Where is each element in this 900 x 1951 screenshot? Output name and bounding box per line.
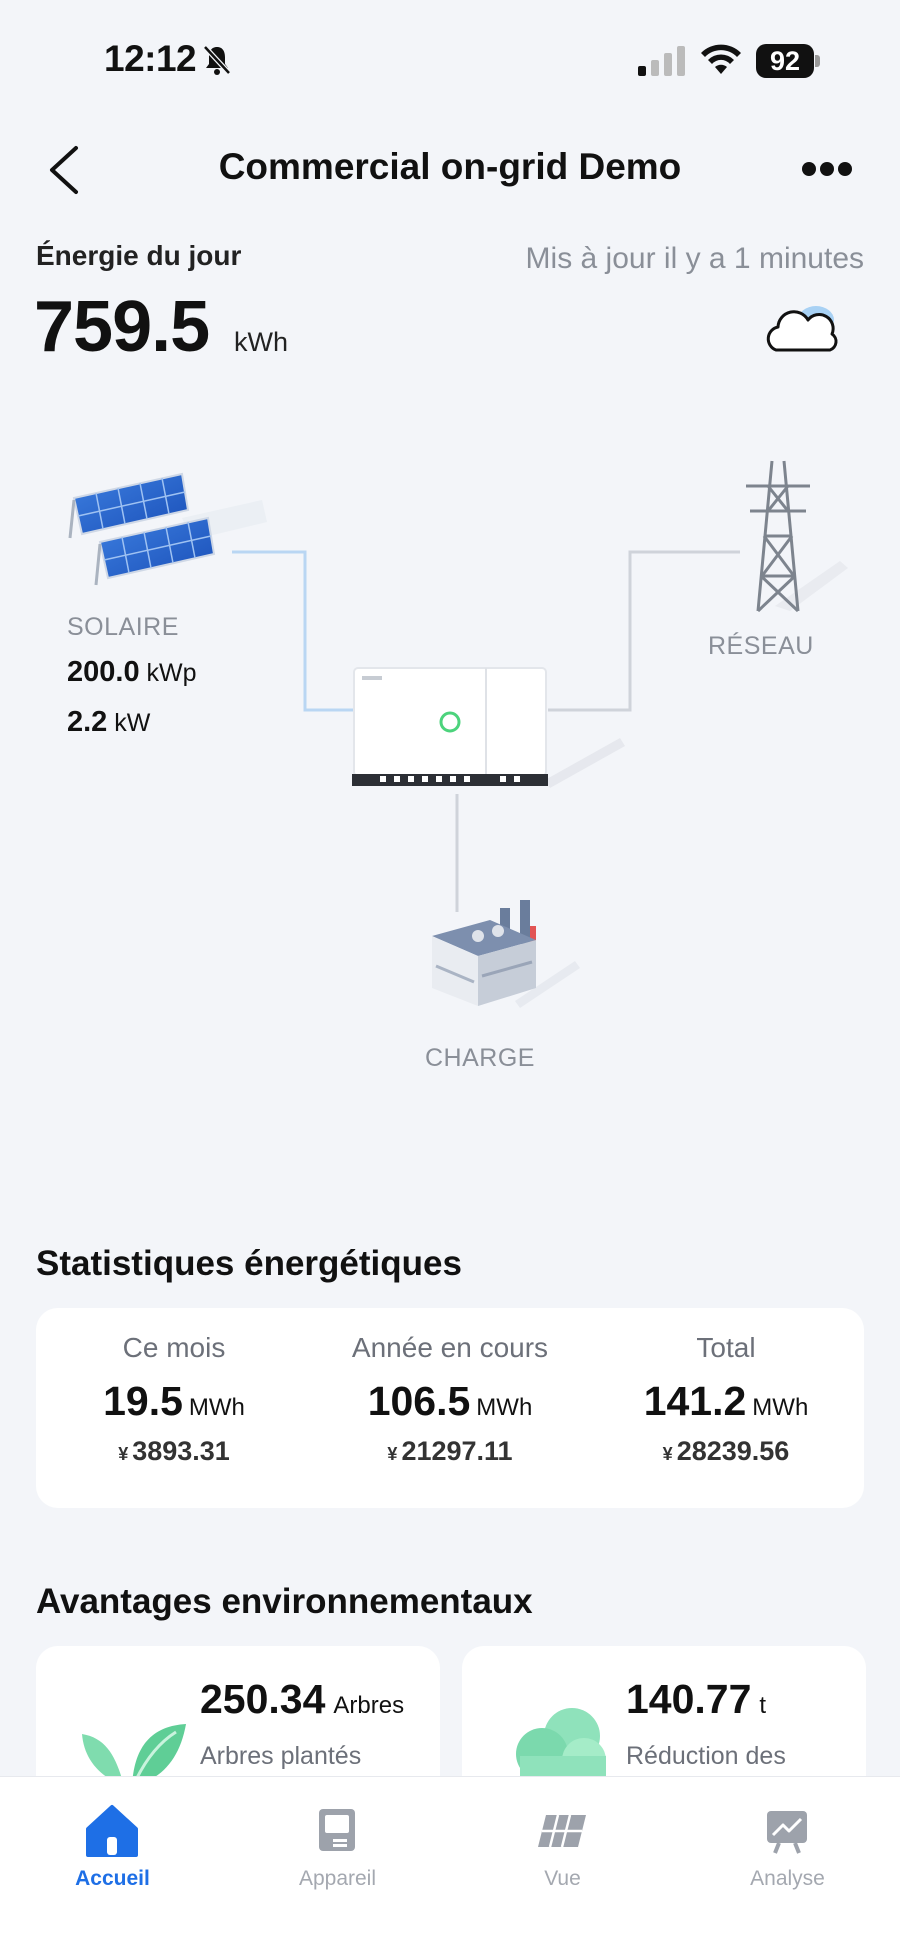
co2-cloud-icon (516, 1708, 606, 1786)
stat-label: Année en cours (351, 1332, 549, 1363)
solar-panel-icon (68, 472, 267, 586)
env-card-trees[interactable]: 250.34 Arbres Arbres plantés (36, 1646, 440, 1786)
energy-stats-card: Ce mois 19.5 MWh ¥3893.31 Année en cours … (36, 1308, 864, 1508)
analysis-icon (767, 1811, 807, 1854)
daily-energy-unit: kWh (234, 327, 288, 357)
home-icon (86, 1805, 138, 1857)
env-card-co2[interactable]: 140.77 t Réduction des (462, 1646, 866, 1786)
solar-power: 2.2 kW (67, 706, 150, 739)
wifi-icon (701, 44, 741, 74)
nav-label: Appareil (298, 1867, 377, 1890)
currency-symbol: ¥ (387, 1444, 398, 1464)
currency-symbol: ¥ (662, 1444, 673, 1464)
status-time: 12:12 (104, 38, 197, 79)
daily-energy-label: Énergie du jour (36, 240, 242, 271)
factory-load-icon (432, 900, 580, 1008)
stat-amount: 3893.31 (132, 1436, 230, 1466)
battery-indicator: 92 (756, 44, 820, 78)
page-title: Commercial on-grid Demo (218, 146, 682, 187)
stat-unit: MWh (752, 1394, 809, 1421)
weather-cloud-icon (766, 306, 838, 352)
environment-title: Avantages environnementaux (36, 1582, 533, 1621)
device-icon (319, 1809, 355, 1851)
power-tower-icon (746, 460, 848, 613)
solar-capacity-unit: kWp (146, 659, 197, 687)
nav-label: Analyse (750, 1867, 825, 1890)
nav-item-home[interactable]: Accueil (0, 1777, 225, 1917)
panel-view-icon (538, 1814, 586, 1848)
env-unit: t (759, 1692, 767, 1719)
bell-muted-icon (203, 45, 231, 75)
solar-power-unit: kW (114, 709, 151, 737)
env-desc: Réduction des (626, 1742, 786, 1770)
load-label: CHARGE (425, 1044, 535, 1072)
stat-amount: 28239.56 (676, 1436, 790, 1466)
grid-label: RÉSEAU (708, 632, 814, 660)
nav-item-device[interactable]: Appareil (225, 1777, 450, 1917)
stat-label: Ce mois (122, 1332, 226, 1363)
nav-item-view[interactable]: Vue (450, 1777, 675, 1917)
stat-unit: MWh (188, 1394, 245, 1421)
inverter-icon (352, 667, 625, 788)
cell-signal-icon (638, 46, 685, 76)
solar-label: SOLAIRE (67, 613, 179, 641)
stat-amount: 21297.11 (401, 1436, 513, 1466)
stat-total[interactable]: Total 141.2 MWh ¥28239.56 (588, 1308, 864, 1508)
env-unit: Arbres (333, 1692, 405, 1719)
stat-value: 19.5 (103, 1378, 183, 1424)
env-desc: Arbres plantés (200, 1742, 362, 1770)
tree-leaf-icon (82, 1724, 186, 1786)
solar-capacity-value: 200.0 (67, 656, 140, 688)
stat-value: 106.5 (367, 1378, 471, 1424)
currency-symbol: ¥ (118, 1444, 129, 1464)
env-value: 250.34 Arbres (200, 1676, 405, 1722)
last-updated-text: Mis à jour il y a 1 minutes (525, 242, 864, 275)
stat-month[interactable]: Ce mois 19.5 MWh ¥3893.31 (36, 1308, 312, 1508)
env-value: 140.77 t (626, 1676, 767, 1722)
daily-energy-value: 759.5 (34, 287, 210, 367)
more-options-icon[interactable] (800, 156, 854, 182)
nav-item-analysis[interactable]: Analyse (675, 1777, 900, 1917)
nav-label: Vue (544, 1867, 581, 1890)
bottom-nav: Accueil Appareil Vue Analyse (0, 1776, 900, 1951)
battery-level: 92 (756, 44, 814, 78)
solar-power-value: 2.2 (67, 706, 108, 738)
nav-label: Accueil (75, 1867, 150, 1890)
status-bar: 12:12 92 (0, 0, 900, 120)
stat-label: Total (696, 1332, 756, 1363)
stat-value: 141.2 (643, 1378, 747, 1424)
stat-year[interactable]: Année en cours 106.5 MWh ¥21297.11 (312, 1308, 588, 1508)
stat-unit: MWh (476, 1394, 533, 1421)
energy-stats-title: Statistiques énergétiques (36, 1244, 462, 1283)
solar-capacity: 200.0 kWp (67, 656, 197, 689)
